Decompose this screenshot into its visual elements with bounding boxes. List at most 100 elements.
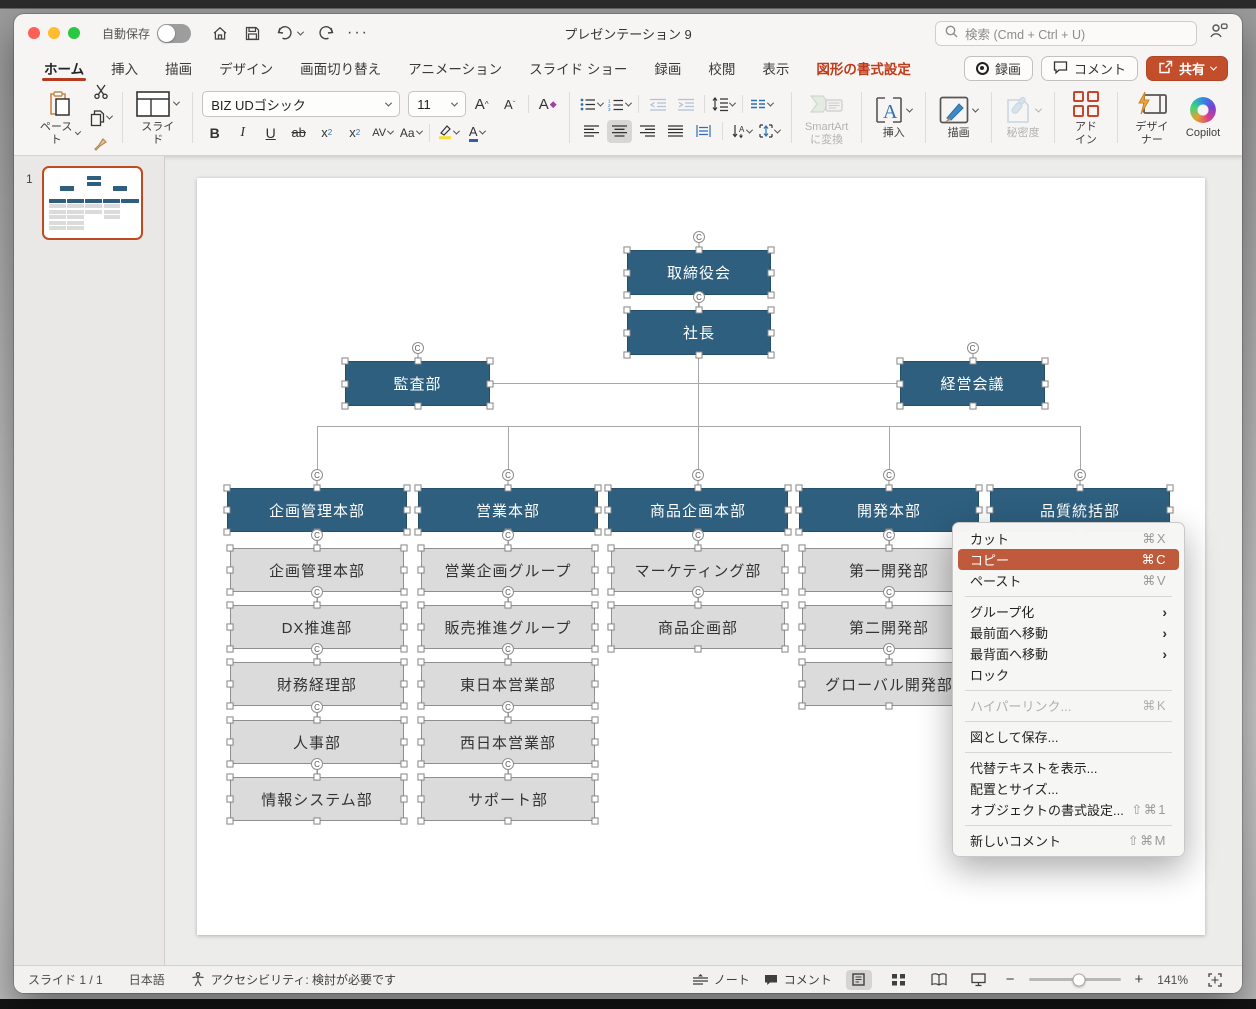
distribute-text-button[interactable]	[691, 120, 716, 143]
org-chart-shape[interactable]: 商品企画部	[611, 605, 785, 649]
org-chart-shape[interactable]: 経営会議	[900, 361, 1045, 406]
ribbon-tab[interactable]: 図形の書式設定	[816, 52, 911, 84]
selection-handle[interactable]	[1167, 485, 1174, 492]
selection-handle[interactable]	[505, 818, 512, 825]
selection-handle[interactable]	[976, 507, 983, 514]
selection-handle[interactable]	[886, 545, 893, 552]
selection-handle[interactable]	[505, 774, 512, 781]
selection-handle[interactable]	[608, 602, 615, 609]
rotation-handle[interactable]: C	[693, 291, 705, 303]
rotation-handle[interactable]: C	[311, 643, 323, 655]
selection-handle[interactable]	[401, 796, 408, 803]
selection-handle[interactable]	[624, 352, 631, 359]
align-left-button[interactable]	[579, 120, 604, 143]
selection-handle[interactable]	[505, 659, 512, 666]
context-menu-item[interactable]: ロック	[958, 664, 1179, 685]
selection-handle[interactable]	[401, 589, 408, 596]
selection-handle[interactable]	[782, 602, 789, 609]
selection-handle[interactable]	[401, 567, 408, 574]
rotation-handle[interactable]: C	[883, 586, 895, 598]
change-case-button[interactable]: Aa	[398, 121, 423, 144]
selection-handle[interactable]	[799, 589, 806, 596]
selection-handle[interactable]	[1042, 403, 1049, 410]
selection-handle[interactable]	[799, 567, 806, 574]
org-chart-shape[interactable]: グローバル開発部	[802, 662, 976, 706]
selection-handle[interactable]	[314, 602, 321, 609]
zoom-out-button[interactable]: −	[1006, 971, 1015, 988]
selection-handle[interactable]	[768, 247, 775, 254]
selection-handle[interactable]	[487, 358, 494, 365]
minimize-window-button[interactable]	[48, 27, 60, 39]
increase-font-size-button[interactable]: A^	[469, 93, 494, 116]
text-direction-button[interactable]: A	[729, 120, 754, 143]
subscript-button[interactable]: x2	[342, 121, 367, 144]
ribbon-tab[interactable]: アニメーション	[408, 52, 502, 84]
comments-pane-button[interactable]: コメント	[764, 971, 832, 988]
rotation-handle[interactable]: C	[1074, 469, 1086, 481]
selection-handle[interactable]	[401, 659, 408, 666]
redo-icon[interactable]	[313, 21, 339, 45]
selection-handle[interactable]	[415, 485, 422, 492]
selection-handle[interactable]	[487, 403, 494, 410]
autosave-toggle[interactable]	[157, 24, 191, 43]
selection-handle[interactable]	[487, 380, 494, 387]
context-menu-item[interactable]: 最前面へ移動›	[958, 622, 1179, 643]
selection-handle[interactable]	[227, 589, 234, 596]
format-painter-button[interactable]	[88, 132, 113, 155]
context-menu-item[interactable]: カット⌘X	[958, 528, 1179, 549]
context-menu-item[interactable]: 最背面へ移動›	[958, 643, 1179, 664]
selection-handle[interactable]	[768, 352, 775, 359]
selection-handle[interactable]	[227, 602, 234, 609]
selection-handle[interactable]	[418, 646, 425, 653]
selection-handle[interactable]	[785, 529, 792, 536]
share-button[interactable]: 共有	[1146, 56, 1228, 81]
selection-handle[interactable]	[1077, 485, 1084, 492]
add-ins-button[interactable]: アド イン	[1064, 87, 1108, 148]
justify-button[interactable]	[663, 120, 688, 143]
presence-icon[interactable]	[1209, 22, 1228, 44]
rotation-handle[interactable]: C	[311, 758, 323, 770]
selection-handle[interactable]	[696, 247, 703, 254]
indent-button[interactable]	[673, 93, 698, 116]
selection-handle[interactable]	[595, 485, 602, 492]
slideshow-button[interactable]	[966, 970, 992, 990]
close-window-button[interactable]	[28, 27, 40, 39]
ribbon-tab[interactable]: 校閲	[708, 52, 735, 84]
record-button[interactable]: 録画	[964, 56, 1033, 81]
selection-handle[interactable]	[227, 703, 234, 710]
selection-handle[interactable]	[418, 761, 425, 768]
selection-handle[interactable]	[695, 646, 702, 653]
selection-handle[interactable]	[227, 681, 234, 688]
zoom-level[interactable]: 141%	[1157, 973, 1188, 987]
align-center-button[interactable]	[607, 120, 632, 143]
selection-handle[interactable]	[1042, 380, 1049, 387]
selection-handle[interactable]	[799, 703, 806, 710]
line-spacing-button[interactable]	[711, 93, 736, 116]
ribbon-tab[interactable]: 録画	[654, 52, 681, 84]
selection-handle[interactable]	[401, 681, 408, 688]
rotation-handle[interactable]: C	[502, 586, 514, 598]
context-menu-item[interactable]: 代替テキストを表示...	[958, 757, 1179, 778]
superscript-button[interactable]: x2	[314, 121, 339, 144]
selection-handle[interactable]	[1167, 507, 1174, 514]
selection-handle[interactable]	[314, 774, 321, 781]
selection-handle[interactable]	[1042, 358, 1049, 365]
copy-button[interactable]	[88, 106, 113, 129]
selection-handle[interactable]	[595, 529, 602, 536]
ribbon-tab[interactable]: スライド ショー	[529, 52, 627, 84]
selection-handle[interactable]	[227, 659, 234, 666]
org-chart-shape[interactable]: 社長	[627, 310, 771, 355]
selection-handle[interactable]	[592, 703, 599, 710]
selection-handle[interactable]	[799, 646, 806, 653]
context-menu-item[interactable]: コピー⌘C	[958, 549, 1179, 570]
undo-icon[interactable]	[271, 21, 307, 45]
selection-handle[interactable]	[415, 529, 422, 536]
selection-handle[interactable]	[768, 292, 775, 299]
org-chart-shape[interactable]: サポート部	[421, 777, 595, 821]
selection-handle[interactable]	[505, 485, 512, 492]
selection-handle[interactable]	[418, 796, 425, 803]
selection-handle[interactable]	[624, 247, 631, 254]
selection-handle[interactable]	[224, 507, 231, 514]
selection-handle[interactable]	[224, 529, 231, 536]
selection-handle[interactable]	[401, 717, 408, 724]
